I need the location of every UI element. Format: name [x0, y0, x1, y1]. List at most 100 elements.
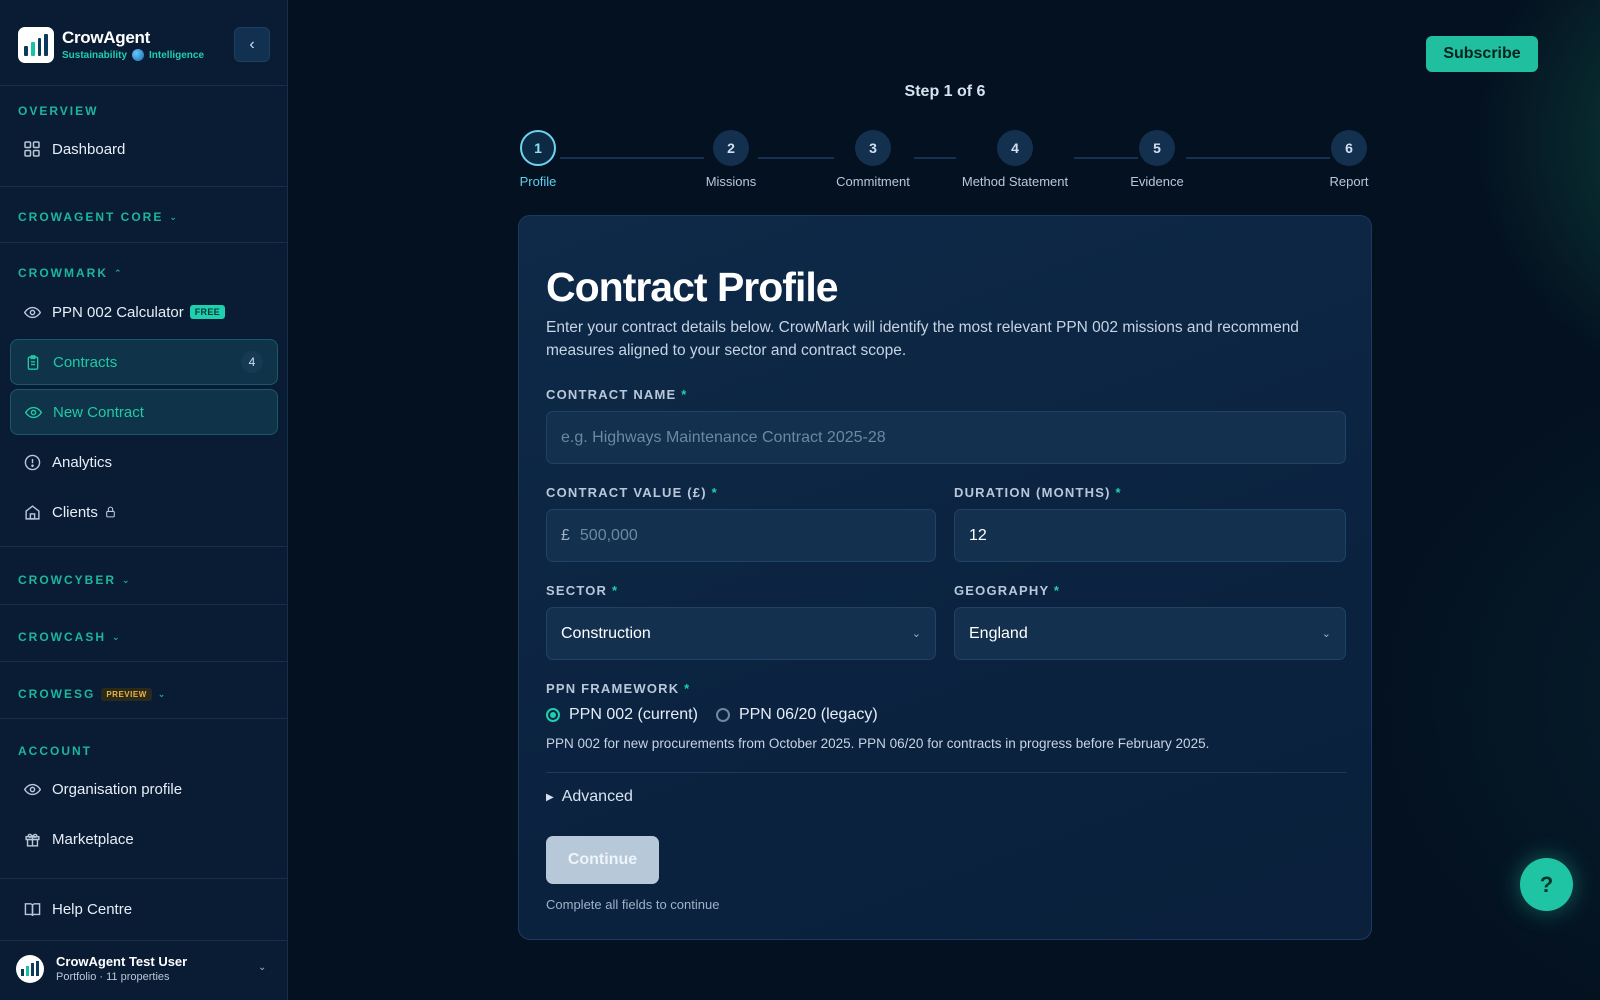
eye-icon: [23, 780, 41, 798]
step-indicator: Step 1 of 6: [904, 83, 986, 100]
step-missions[interactable]: 2 Missions: [691, 130, 771, 189]
subscribe-button[interactable]: Subscribe: [1426, 36, 1538, 72]
advanced-toggle[interactable]: ▶ Advanced: [546, 788, 633, 806]
section-crowcyber[interactable]: CROWCYBER ⌄: [18, 573, 130, 587]
user-name: CrowAgent Test User: [56, 954, 188, 969]
section-account: ACCOUNT: [18, 744, 92, 758]
framework-help-text: PPN 002 for new procurements from Octobe…: [546, 736, 1210, 751]
step-method-statement[interactable]: 4 Method Statement: [945, 130, 1085, 189]
contract-value-placeholder: 500,000: [579, 526, 638, 544]
divider: [0, 661, 288, 662]
sidebar-item-dashboard[interactable]: Dashboard: [10, 126, 278, 172]
chevron-left-icon: ‹: [249, 35, 255, 53]
step-label: Report: [1329, 174, 1369, 189]
chevron-down-icon: ⌄: [157, 688, 166, 699]
step-label: Method Statement: [961, 174, 1069, 189]
step-report[interactable]: 6 Report: [1319, 130, 1379, 189]
eye-icon: [23, 303, 41, 321]
divider: [0, 878, 288, 879]
radio-ppn-0620[interactable]: PPN 06/20 (legacy): [715, 706, 878, 724]
contract-profile-card: Contract Profile Enter your contract det…: [518, 215, 1372, 940]
sidebar-item-analytics[interactable]: Analytics: [10, 439, 278, 485]
contract-name-label: CONTRACT NAME *: [546, 387, 688, 402]
geography-value: England: [969, 624, 1028, 642]
radio-ppn-002[interactable]: PPN 002 (current): [546, 706, 698, 724]
divider: [0, 604, 288, 605]
caret-right-icon: ▶: [546, 791, 554, 803]
brand-name: CrowAgent: [62, 28, 150, 47]
contract-value-input[interactable]: £ 500,000: [546, 509, 936, 562]
collapse-sidebar-button[interactable]: ‹: [234, 27, 270, 62]
step-label: Missions: [705, 174, 757, 189]
help-button[interactable]: ?: [1520, 858, 1573, 911]
section-crowcash[interactable]: CROWCASH ⌄: [18, 630, 120, 644]
sidebar-item-label: Contracts: [53, 353, 118, 371]
sector-label: SECTOR *: [546, 583, 619, 598]
step-profile[interactable]: 1 Profile: [508, 130, 568, 189]
step-label: Evidence: [1130, 174, 1184, 189]
section-crowmark[interactable]: CROWMARK ⌃: [18, 266, 122, 280]
sidebar-item-label: New Contract: [53, 403, 144, 421]
step-number: 4: [997, 130, 1033, 166]
geography-label: GEOGRAPHY *: [954, 583, 1061, 598]
sidebar-item-label: Marketplace: [52, 830, 134, 848]
avatar: [16, 954, 44, 983]
divider: [0, 546, 288, 547]
sector-value: Construction: [561, 624, 651, 642]
section-crowesg[interactable]: CROWESG PREVIEW ⌄: [18, 687, 165, 701]
sidebar-item-ppn-calculator[interactable]: PPN 002 Calculator FREE: [10, 289, 278, 335]
step-number: 1: [520, 130, 556, 166]
step-commitment[interactable]: 3 Commitment: [823, 130, 923, 189]
duration-input[interactable]: 12: [954, 509, 1346, 562]
continue-button[interactable]: Continue: [546, 836, 659, 884]
user-subtitle: Portfolio · 11 properties: [56, 971, 170, 983]
lock-icon: [104, 505, 117, 519]
ppn-framework-radio-group: PPN 002 (current) PPN 06/20 (legacy): [546, 706, 896, 724]
page-title: Contract Profile: [546, 264, 839, 310]
preview-badge: PREVIEW: [101, 687, 152, 701]
sidebar-item-organisation-profile[interactable]: Organisation profile: [10, 766, 278, 812]
complete-fields-note: Complete all fields to continue: [546, 897, 720, 912]
duration-label: DURATION (MONTHS) *: [954, 485, 1122, 500]
chevron-down-icon: ⌄: [112, 631, 120, 642]
brand[interactable]: CrowAgent Sustainability Intelligence: [18, 26, 204, 64]
stepper-connector: [560, 157, 704, 159]
contract-value-label: CONTRACT VALUE (£) *: [546, 485, 718, 500]
clipboard-icon: [24, 353, 42, 371]
alert-circle-icon: [23, 453, 41, 471]
sidebar-item-clients[interactable]: Clients: [10, 489, 278, 535]
user-menu[interactable]: CrowAgent Test User Portfolio · 11 prope…: [16, 954, 187, 983]
duration-value: 12: [969, 526, 987, 544]
chevron-down-icon: ⌄: [911, 628, 921, 640]
step-number: 3: [855, 130, 891, 166]
sector-select[interactable]: Construction ⌄: [546, 607, 936, 660]
section-crowagent-core[interactable]: CROWAGENT CORE ⌄: [18, 210, 177, 224]
step-evidence[interactable]: 5 Evidence: [1117, 130, 1197, 189]
brand-tagline-left: Sustainability: [62, 49, 128, 61]
sidebar-item-help-centre[interactable]: Help Centre: [10, 886, 278, 932]
step-label: Commitment: [836, 174, 910, 189]
contracts-count-badge: 4: [241, 351, 263, 373]
sidebar-item-contracts[interactable]: Contracts 4: [10, 339, 278, 385]
ppn-framework-label: PPN FRAMEWORK *: [546, 681, 691, 696]
step-label: Profile: [519, 174, 557, 189]
brand-tagline-right: Intelligence: [149, 49, 205, 61]
contract-name-input[interactable]: e.g. Highways Maintenance Contract 2025-…: [546, 411, 1346, 464]
step-number: 2: [713, 130, 749, 166]
divider: [0, 242, 288, 243]
chevron-down-icon[interactable]: ⌄: [258, 962, 266, 973]
sidebar: CrowAgent Sustainability Intelligence ‹ …: [0, 0, 288, 1000]
home-icon: [23, 503, 41, 521]
divider: [0, 186, 288, 187]
sidebar-item-label: Analytics: [52, 453, 113, 471]
free-badge: FREE: [189, 305, 225, 319]
geography-select[interactable]: England ⌄: [954, 607, 1346, 660]
sidebar-item-label: Organisation profile: [52, 780, 183, 798]
section-overview: OVERVIEW: [18, 104, 99, 118]
divider: [0, 718, 288, 719]
sidebar-item-marketplace[interactable]: Marketplace: [10, 816, 278, 862]
contract-name-placeholder: e.g. Highways Maintenance Contract 2025-…: [561, 428, 886, 446]
chevron-down-icon: ⌄: [1321, 628, 1331, 640]
sidebar-item-new-contract[interactable]: New Contract: [10, 389, 278, 435]
grid-icon: [23, 140, 41, 158]
